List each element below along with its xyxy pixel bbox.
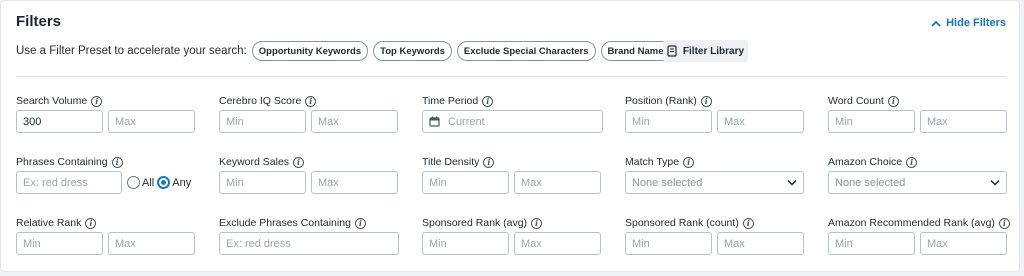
info-icon[interactable]: i xyxy=(531,217,543,229)
info-icon[interactable]: i xyxy=(887,95,899,107)
preset-top-keywords[interactable]: Top Keywords xyxy=(373,41,452,61)
radio-all[interactable] xyxy=(127,176,140,189)
field-label: Position (Rank) xyxy=(625,95,697,107)
field-label: Exclude Phrases Containing xyxy=(219,217,351,229)
field-exclude-phrases: Exclude Phrases Containing i Ex: red dres… xyxy=(219,216,399,255)
radio-all-label: All xyxy=(142,176,155,189)
phrases-containing-input[interactable]: Ex: red dress xyxy=(16,171,122,194)
title-density-max-input[interactable]: Max xyxy=(514,171,601,194)
info-icon[interactable]: i xyxy=(111,156,123,168)
field-label: Title Density xyxy=(422,156,480,168)
filters-panel: Filters Hide Filters Use a Filter Preset… xyxy=(0,0,1020,272)
relative-rank-max-input[interactable]: Max xyxy=(108,232,195,255)
field-time-period: Time Period i Current xyxy=(422,94,603,133)
position-rank-min-input[interactable]: Min xyxy=(625,110,712,133)
match-type-select[interactable]: None selected xyxy=(625,171,804,194)
field-label: Sponsored Rank (avg) xyxy=(422,217,528,229)
filter-library-button[interactable]: Filter Library xyxy=(663,40,748,62)
filters-title: Filters xyxy=(16,13,62,30)
field-amazon-choice: Amazon Choice i None selected xyxy=(828,155,1007,194)
field-amazon-recommended-rank: Amazon Recommended Rank (avg) i Min Max xyxy=(828,216,1010,255)
field-keyword-sales: Keyword Sales i Min Max xyxy=(219,155,398,194)
keyword-sales-min-input[interactable]: Min xyxy=(219,171,306,194)
word-count-min-input[interactable]: Min xyxy=(828,110,915,133)
info-icon[interactable]: i xyxy=(906,156,918,168)
title-density-min-input[interactable]: Min xyxy=(422,171,509,194)
amazon-choice-select[interactable]: None selected xyxy=(828,171,1007,194)
info-icon[interactable]: i xyxy=(482,95,494,107)
sponsored-rank-count-max-input[interactable]: Max xyxy=(717,232,804,255)
field-sponsored-rank-count: Sponsored Rank (count) i Min Max xyxy=(625,216,804,255)
radio-any-label: Any xyxy=(172,176,192,189)
field-label: Phrases Containing xyxy=(16,156,108,168)
sponsored-rank-avg-max-input[interactable]: Max xyxy=(514,232,601,255)
preset-exclude-special-characters[interactable]: Exclude Special Characters xyxy=(456,41,596,61)
field-label: Sponsored Rank (count) xyxy=(625,217,739,229)
info-icon[interactable]: i xyxy=(305,95,317,107)
field-cerebro-iq-score: Cerebro IQ Score i Min Max xyxy=(219,94,398,133)
field-label: Amazon Choice xyxy=(828,156,903,168)
field-label: Word Count xyxy=(828,95,884,107)
field-label: Time Period xyxy=(422,95,479,107)
radio-any[interactable] xyxy=(157,176,171,189)
field-phrases-containing: Phrases Containing i Ex: red dress All An… xyxy=(16,155,191,194)
cerebro-iq-max-input[interactable]: Max xyxy=(311,110,398,133)
field-match-type: Match Type i None selected xyxy=(625,155,804,194)
info-icon[interactable]: i xyxy=(85,217,97,229)
amazon-recommended-rank-max-input[interactable]: Max xyxy=(920,232,1007,255)
amazon-choice-value: None selected xyxy=(835,176,906,189)
divider xyxy=(16,76,1006,77)
info-icon[interactable]: i xyxy=(700,95,712,107)
sponsored-rank-avg-min-input[interactable]: Min xyxy=(422,232,509,255)
field-label: Amazon Recommended Rank (avg) xyxy=(828,217,995,229)
keyword-sales-max-input[interactable]: Max xyxy=(311,171,398,194)
search-volume-min-input[interactable]: 300 xyxy=(16,110,103,133)
sponsored-rank-count-min-input[interactable]: Min xyxy=(625,232,712,255)
match-type-value: None selected xyxy=(632,176,703,189)
calendar-icon xyxy=(429,116,440,127)
preset-label: Use a Filter Preset to accelerate your s… xyxy=(16,45,247,57)
time-period-value: Current xyxy=(448,115,485,128)
field-label: Match Type xyxy=(625,156,680,168)
info-icon[interactable]: i xyxy=(354,217,366,229)
field-word-count: Word Count i Min Max xyxy=(828,94,1007,133)
field-position-rank: Position (Rank) i Min Max xyxy=(625,94,804,133)
info-icon[interactable]: i xyxy=(483,156,495,168)
field-search-volume: Search Volume i 300 Max xyxy=(16,94,195,133)
field-label: Keyword Sales xyxy=(219,156,290,168)
chevron-up-icon xyxy=(931,20,941,27)
chevron-down-icon xyxy=(787,179,797,186)
field-label: Relative Rank xyxy=(16,217,82,229)
chevron-down-icon xyxy=(990,179,1000,186)
field-label: Search Volume xyxy=(16,95,88,107)
hide-filters-button[interactable]: Hide Filters xyxy=(931,17,1006,29)
field-sponsored-rank-avg: Sponsored Rank (avg) i Min Max xyxy=(422,216,601,255)
info-icon[interactable]: i xyxy=(742,217,754,229)
info-icon[interactable]: i xyxy=(683,156,695,168)
field-title-density: Title Density i Min Max xyxy=(422,155,601,194)
filter-preset-row: Use a Filter Preset to accelerate your s… xyxy=(16,41,718,61)
amazon-recommended-rank-min-input[interactable]: Min xyxy=(828,232,915,255)
search-volume-max-input[interactable]: Max xyxy=(108,110,195,133)
position-rank-max-input[interactable]: Max xyxy=(717,110,804,133)
book-icon xyxy=(667,45,677,57)
hide-filters-label: Hide Filters xyxy=(946,17,1006,29)
exclude-phrases-input[interactable]: Ex: red dress xyxy=(219,232,399,255)
time-period-input[interactable]: Current xyxy=(422,110,603,133)
match-mode-radio-group: All Any xyxy=(127,171,194,194)
cerebro-iq-min-input[interactable]: Min xyxy=(219,110,306,133)
relative-rank-min-input[interactable]: Min xyxy=(16,232,103,255)
field-label: Cerebro IQ Score xyxy=(219,95,302,107)
info-icon[interactable]: i xyxy=(998,217,1010,229)
info-icon[interactable]: i xyxy=(91,95,103,107)
preset-opportunity-keywords[interactable]: Opportunity Keywords xyxy=(251,41,369,61)
info-icon[interactable]: i xyxy=(293,156,305,168)
filter-library-label: Filter Library xyxy=(682,45,745,57)
field-relative-rank: Relative Rank i Min Max xyxy=(16,216,195,255)
word-count-max-input[interactable]: Max xyxy=(920,110,1007,133)
